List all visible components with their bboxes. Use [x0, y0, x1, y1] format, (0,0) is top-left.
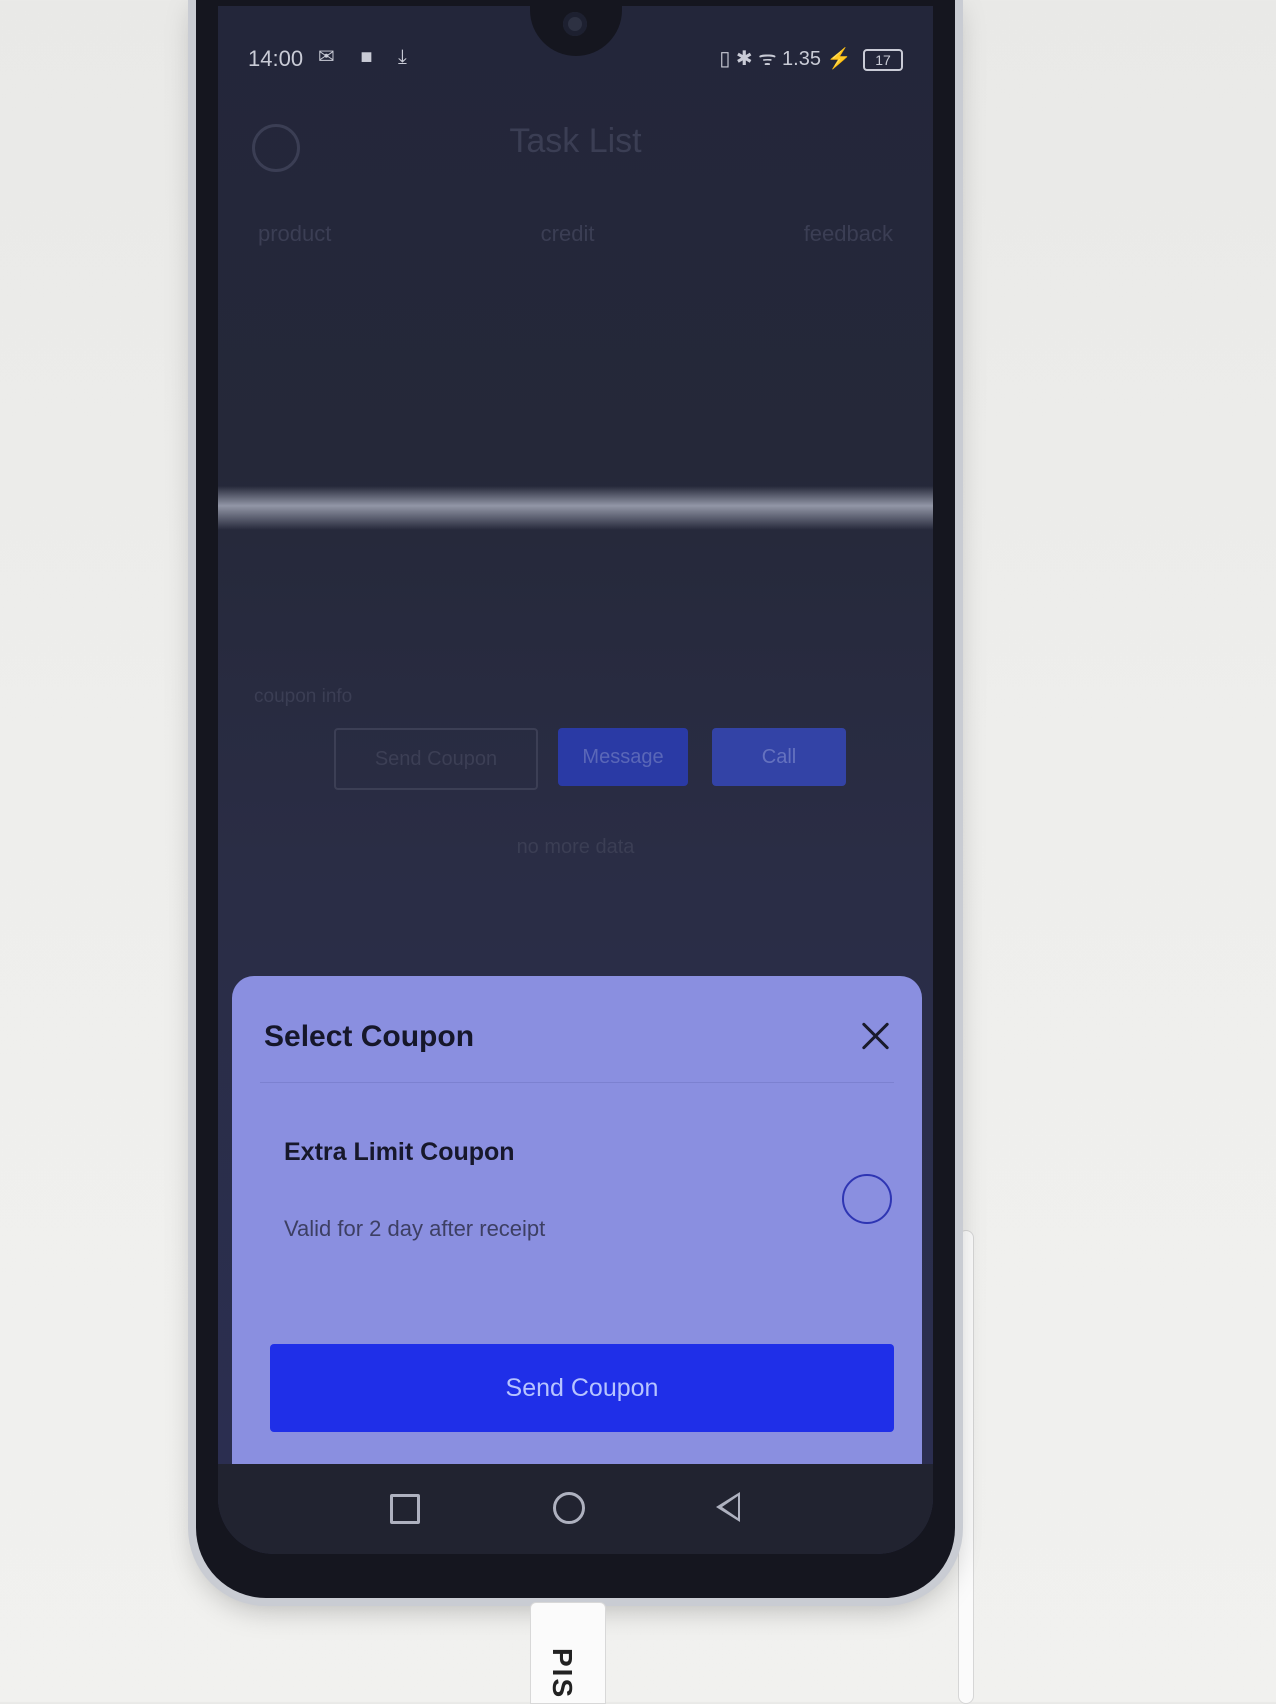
recent-apps-icon[interactable]	[390, 1494, 420, 1524]
select-coupon-sheet: Select Coupon Extra Limit Coupon Valid f…	[232, 976, 922, 1464]
bg-call-button: Call	[712, 728, 846, 786]
tab-feedback: feedback	[803, 221, 893, 246]
phone-device: 14:00 ✉ ■ ⤓ ▯ ✱ ᯤ 1.35 ⚡ 17 Task List pr…	[196, 0, 955, 1598]
tab-product: product	[258, 221, 332, 246]
charging-cable	[958, 1230, 974, 1704]
coupon-radio-icon[interactable]	[842, 1174, 892, 1224]
close-icon[interactable]	[856, 1016, 896, 1056]
screen-glare	[218, 486, 933, 530]
battery-icon: 17	[863, 48, 903, 71]
home-icon[interactable]	[553, 1492, 585, 1524]
back-icon[interactable]	[716, 1492, 740, 1522]
usb-label: PIS	[547, 1648, 578, 1700]
coupon-validity: Valid for 2 day after receipt	[284, 1216, 546, 1241]
tab-credit: credit	[540, 221, 595, 246]
notification-icons: ✉ ■ ⤓	[318, 46, 417, 68]
send-coupon-button[interactable]: Send Coupon	[270, 1344, 894, 1432]
signal-wifi-icons: ▯ ✱ ᯤ 1.35 ⚡	[719, 48, 852, 70]
bg-send-coupon-button: Send Coupon	[334, 728, 538, 790]
bg-message-button: Message	[558, 728, 688, 786]
navigation-bar	[218, 1464, 933, 1554]
no-more-data-text: no more data	[516, 836, 635, 858]
coupon-info-text: coupon info	[254, 686, 353, 707]
phone-screen: 14:00 ✉ ■ ⤓ ▯ ✱ ᯤ 1.35 ⚡ 17 Task List pr…	[218, 6, 933, 1554]
sheet-title: Select Coupon	[264, 1020, 475, 1053]
coupon-name: Extra Limit Coupon	[284, 1138, 515, 1166]
status-time: 14:00	[248, 46, 304, 71]
filter-tabs: product credit feedback	[258, 221, 893, 247]
system-icons: ▯ ✱ ᯤ 1.35 ⚡ 17	[719, 44, 903, 71]
front-camera	[563, 12, 587, 36]
page-title: Task List	[509, 122, 642, 160]
divider	[260, 1082, 894, 1083]
